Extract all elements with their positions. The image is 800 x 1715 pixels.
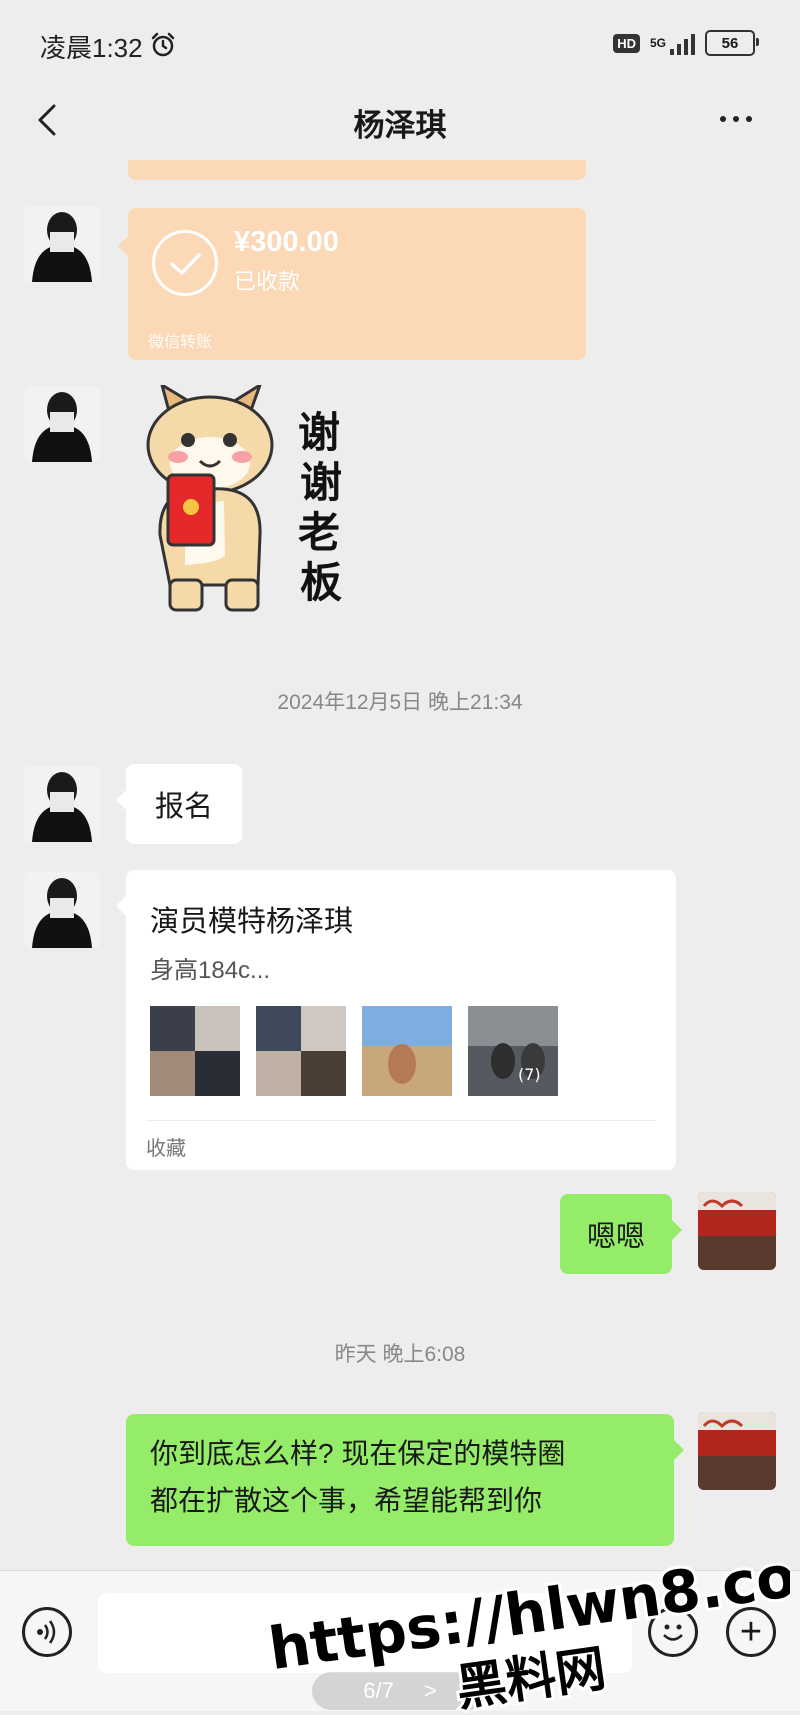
transfer-label: 微信转账	[148, 334, 213, 351]
more-button[interactable]	[720, 104, 770, 134]
contact-avatar[interactable]	[24, 206, 100, 282]
network-type: 5G	[649, 36, 666, 50]
sticker-text-4: 板	[300, 558, 342, 607]
battery-level: 56	[721, 34, 739, 52]
timestamp: 2024年12月5日 晚上21:34	[277, 691, 523, 714]
emoji-button[interactable]	[648, 1607, 698, 1657]
voice-icon	[37, 1620, 56, 1644]
message-text-line: 都在扩散这个事，希望能帮到你	[150, 1485, 543, 1516]
status-bar: 凌晨1:32 HD 5G 56	[0, 0, 800, 95]
favorite-source: 收藏	[146, 1138, 186, 1160]
transfer-status: 已收款	[234, 269, 301, 294]
message-bubble-right[interactable]: 嗯嗯	[560, 1194, 682, 1274]
contact-avatar[interactable]	[24, 386, 100, 462]
self-avatar[interactable]	[698, 1192, 776, 1270]
avatar-image	[24, 206, 100, 282]
favorite-thumbnail: (7)	[468, 1006, 558, 1096]
transfer-amount: ¥300.00	[234, 226, 339, 258]
avatar-image	[698, 1412, 776, 1490]
emoji-icon	[663, 1624, 683, 1641]
page-indicator[interactable]: 6/7 >	[312, 1672, 488, 1710]
status-icons: HD 5G 56	[613, 30, 759, 56]
contact-avatar[interactable]	[24, 872, 100, 948]
plus-button[interactable]: +	[726, 1607, 776, 1657]
message-bubble-right[interactable]: 你到底怎么样? 现在保定的模特圈 都在扩散这个事，希望能帮到你	[126, 1414, 684, 1546]
voice-button[interactable]	[22, 1607, 72, 1657]
sticker-text-1: 谢	[298, 408, 340, 457]
favorite-card[interactable]: 演员模特杨泽琪 身高184c... (7) 收藏	[116, 870, 676, 1170]
divider	[146, 1120, 656, 1121]
check-circle-icon	[152, 230, 218, 296]
avatar-image	[24, 872, 100, 948]
next-page-icon: >	[423, 1678, 437, 1703]
thumbnail-count: (7)	[518, 1065, 541, 1084]
message-text-line: 你到底怎么样? 现在保定的模特圈	[150, 1438, 566, 1469]
favorite-description: 身高184c...	[150, 957, 271, 984]
avatar-image	[698, 1192, 776, 1270]
favorite-thumbnail	[256, 1006, 346, 1096]
favorite-thumbnail	[362, 1006, 452, 1096]
message-bubble-left[interactable]: 报名	[116, 764, 242, 844]
timestamp: 昨天 晚上6:08	[334, 1343, 466, 1366]
chat-title: 杨泽琪	[353, 108, 447, 143]
message-text: 报名	[154, 791, 213, 823]
self-avatar[interactable]	[698, 1412, 776, 1490]
message-input[interactable]	[98, 1593, 632, 1673]
avatar-image	[24, 386, 100, 462]
favorite-thumbnail	[150, 1006, 240, 1096]
sticker-text-2: 谢	[300, 458, 342, 507]
sticker-dog-thanks[interactable]: 谢 谢 老 板	[140, 385, 360, 625]
hd-icon: HD	[613, 33, 640, 53]
previous-transfer-fragment	[128, 160, 586, 180]
battery-icon: 56	[705, 30, 759, 56]
signal-icon	[670, 31, 695, 55]
message-text: 嗯嗯	[586, 1221, 645, 1253]
more-icon	[720, 116, 726, 122]
plus-icon: +	[739, 1611, 763, 1653]
page-count: 6/7	[363, 1678, 394, 1703]
sticker-text-3: 老	[298, 508, 340, 557]
avatar-image	[24, 766, 100, 842]
favorite-title: 演员模特杨泽琪	[150, 906, 354, 938]
transfer-card[interactable]: ¥300.00 已收款 微信转账	[118, 208, 586, 360]
contact-avatar[interactable]	[24, 766, 100, 842]
status-time: 凌晨1:32	[40, 33, 143, 63]
alarm-icon	[151, 32, 175, 57]
